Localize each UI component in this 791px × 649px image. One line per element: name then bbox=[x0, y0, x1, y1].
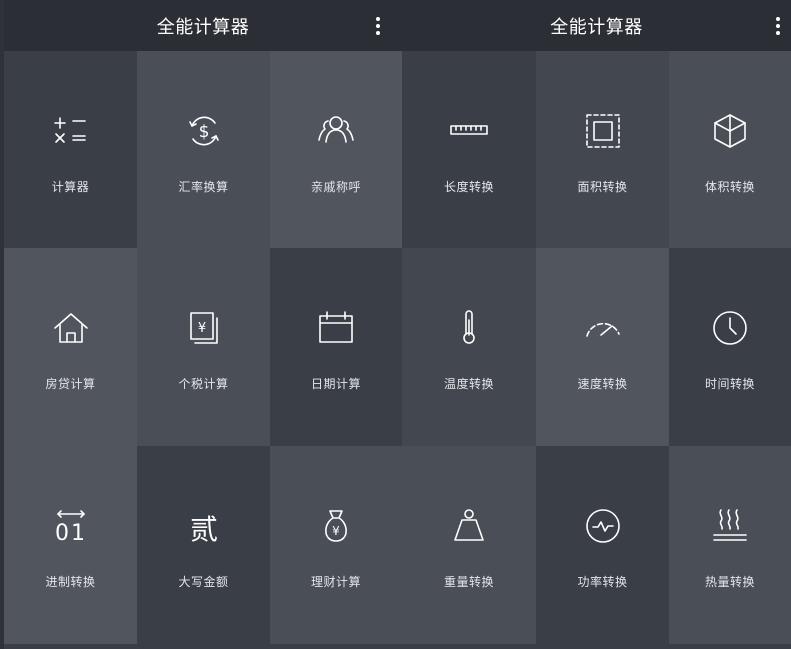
tile-label: 计算器 bbox=[51, 180, 90, 194]
area-icon bbox=[581, 109, 625, 153]
currency-exchange-icon: $ bbox=[182, 109, 226, 153]
tile-label: 进制转换 bbox=[45, 575, 96, 589]
app-bar: 全能计算器 bbox=[4, 0, 402, 51]
more-menu-button[interactable] bbox=[366, 12, 390, 40]
tile-chinese-amount[interactable]: 贰 大写金额 bbox=[137, 446, 270, 644]
more-dot bbox=[776, 31, 780, 35]
screen-right: 全能计算器 长度转换 面积转换 体积转换 温度转换 速度转换 时间转换 重量转换… bbox=[402, 0, 791, 649]
screen-left: 全能计算器 计算器 $ 汇率换算 亲戚称呼 房贷计算 ¥ 个税计算 日期计算 0… bbox=[4, 0, 402, 649]
tile-temperature[interactable]: 温度转换 bbox=[402, 248, 536, 446]
clock-icon bbox=[708, 306, 752, 350]
tile-label: 亲戚称呼 bbox=[310, 180, 361, 194]
tile-finance[interactable]: ¥ 理财计算 bbox=[270, 446, 402, 644]
yen-glyph: ¥ bbox=[197, 321, 205, 336]
speedometer-icon bbox=[581, 306, 625, 350]
dollar-glyph: $ bbox=[198, 122, 209, 142]
tile-label: 日期计算 bbox=[310, 377, 361, 391]
tile-heat[interactable]: 热量转换 bbox=[669, 446, 791, 644]
calculator-icon bbox=[49, 109, 93, 153]
tile-label: 体积转换 bbox=[704, 180, 755, 194]
more-dot bbox=[376, 31, 380, 35]
more-dot bbox=[776, 17, 780, 21]
tile-label: 理财计算 bbox=[310, 575, 361, 589]
yen-glyph: ¥ bbox=[332, 524, 340, 538]
binary-glyph: 01 bbox=[55, 521, 87, 546]
heat-icon bbox=[708, 504, 752, 548]
next-row-peek bbox=[402, 644, 791, 649]
tile-currency-exchange[interactable]: $ 汇率换算 bbox=[137, 51, 270, 248]
tile-label: 时间转换 bbox=[704, 377, 755, 391]
tile-label: 重量转换 bbox=[443, 575, 494, 589]
tile-label: 速度转换 bbox=[577, 377, 628, 391]
ruler-icon bbox=[447, 109, 491, 153]
tile-calculator[interactable]: 计算器 bbox=[4, 51, 137, 248]
tile-income-tax[interactable]: ¥ 个税计算 bbox=[137, 248, 270, 446]
money-bag-icon: ¥ bbox=[314, 504, 358, 548]
tax-document-icon: ¥ bbox=[182, 306, 226, 350]
next-row-peek bbox=[4, 644, 402, 649]
tile-label: 长度转换 bbox=[443, 180, 494, 194]
tile-speed[interactable]: 速度转换 bbox=[536, 248, 669, 446]
more-dot bbox=[376, 17, 380, 21]
tile-mortgage[interactable]: 房贷计算 bbox=[4, 248, 137, 446]
tile-relatives[interactable]: 亲戚称呼 bbox=[270, 51, 402, 248]
more-dot bbox=[376, 24, 380, 28]
tile-time[interactable]: 时间转换 bbox=[669, 248, 791, 446]
tool-grid: 计算器 $ 汇率换算 亲戚称呼 房贷计算 ¥ 个税计算 日期计算 01 进制转换… bbox=[4, 51, 402, 644]
tile-label: 大写金额 bbox=[178, 575, 229, 589]
tile-label: 温度转换 bbox=[443, 377, 494, 391]
app-title: 全能计算器 bbox=[156, 17, 250, 38]
chinese-numeral-icon: 贰 bbox=[182, 504, 226, 548]
relatives-icon bbox=[314, 109, 358, 153]
tile-label: 功率转换 bbox=[577, 575, 628, 589]
tile-label: 汇率换算 bbox=[178, 180, 229, 194]
more-menu-button[interactable] bbox=[766, 12, 790, 40]
house-icon bbox=[49, 306, 93, 350]
tile-length[interactable]: 长度转换 bbox=[402, 51, 536, 248]
app-bar: 全能计算器 bbox=[402, 0, 791, 51]
tile-area[interactable]: 面积转换 bbox=[536, 51, 669, 248]
tile-base-conversion[interactable]: 01 进制转换 bbox=[4, 446, 137, 644]
weight-icon bbox=[447, 504, 491, 548]
calendar-icon bbox=[314, 306, 358, 350]
more-dot bbox=[776, 24, 780, 28]
cube-icon bbox=[708, 109, 752, 153]
thermometer-icon bbox=[447, 306, 491, 350]
tile-label: 个税计算 bbox=[178, 377, 229, 391]
tile-label: 面积转换 bbox=[577, 180, 628, 194]
daxie-glyph: 贰 bbox=[189, 513, 217, 546]
tool-grid: 长度转换 面积转换 体积转换 温度转换 速度转换 时间转换 重量转换 功率转换 … bbox=[402, 51, 791, 644]
tile-label: 房贷计算 bbox=[45, 377, 96, 391]
binary-icon: 01 bbox=[49, 504, 93, 548]
power-icon bbox=[581, 504, 625, 548]
tile-label: 热量转换 bbox=[704, 575, 755, 589]
tile-date[interactable]: 日期计算 bbox=[270, 248, 402, 446]
tile-power[interactable]: 功率转换 bbox=[536, 446, 669, 644]
tile-weight[interactable]: 重量转换 bbox=[402, 446, 536, 644]
tile-volume[interactable]: 体积转换 bbox=[669, 51, 791, 248]
app-title: 全能计算器 bbox=[550, 17, 643, 38]
